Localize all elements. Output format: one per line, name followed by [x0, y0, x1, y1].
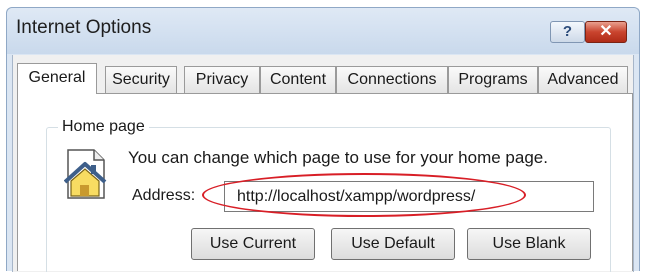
- tab-privacy[interactable]: Privacy: [184, 66, 260, 93]
- use-default-button[interactable]: Use Default: [331, 228, 455, 260]
- use-current-button[interactable]: Use Current: [191, 228, 315, 260]
- address-label: Address:: [132, 187, 196, 204]
- close-icon: ✕: [599, 23, 613, 40]
- tab-label: Connections: [347, 71, 437, 88]
- tab-label: Content: [269, 71, 327, 88]
- tab-security[interactable]: Security: [105, 66, 177, 93]
- help-icon: ?: [562, 23, 573, 40]
- title-bar[interactable]: Internet Options ? ✕: [7, 8, 639, 54]
- use-blank-button[interactable]: Use Blank: [467, 228, 591, 260]
- tab-content[interactable]: Content: [260, 66, 336, 93]
- window-title: Internet Options: [16, 17, 152, 38]
- help-button[interactable]: ?: [550, 21, 585, 43]
- tab-label: Advanced: [547, 71, 619, 88]
- tab-label: Programs: [458, 71, 528, 88]
- tab-connections[interactable]: Connections: [336, 66, 448, 93]
- tab-label: General: [28, 69, 86, 86]
- home-page-group-label: Home page: [58, 118, 149, 136]
- close-button[interactable]: ✕: [585, 21, 627, 43]
- tab-label: Security: [112, 71, 170, 88]
- home-page-icon: [64, 149, 107, 199]
- tab-general[interactable]: General: [17, 63, 97, 94]
- tab-advanced[interactable]: Advanced: [538, 66, 628, 93]
- tab-programs[interactable]: Programs: [448, 66, 538, 93]
- home-page-description: You can change which page to use for you…: [128, 148, 548, 167]
- tab-label: Privacy: [195, 71, 249, 88]
- home-page-address-input[interactable]: [224, 181, 594, 212]
